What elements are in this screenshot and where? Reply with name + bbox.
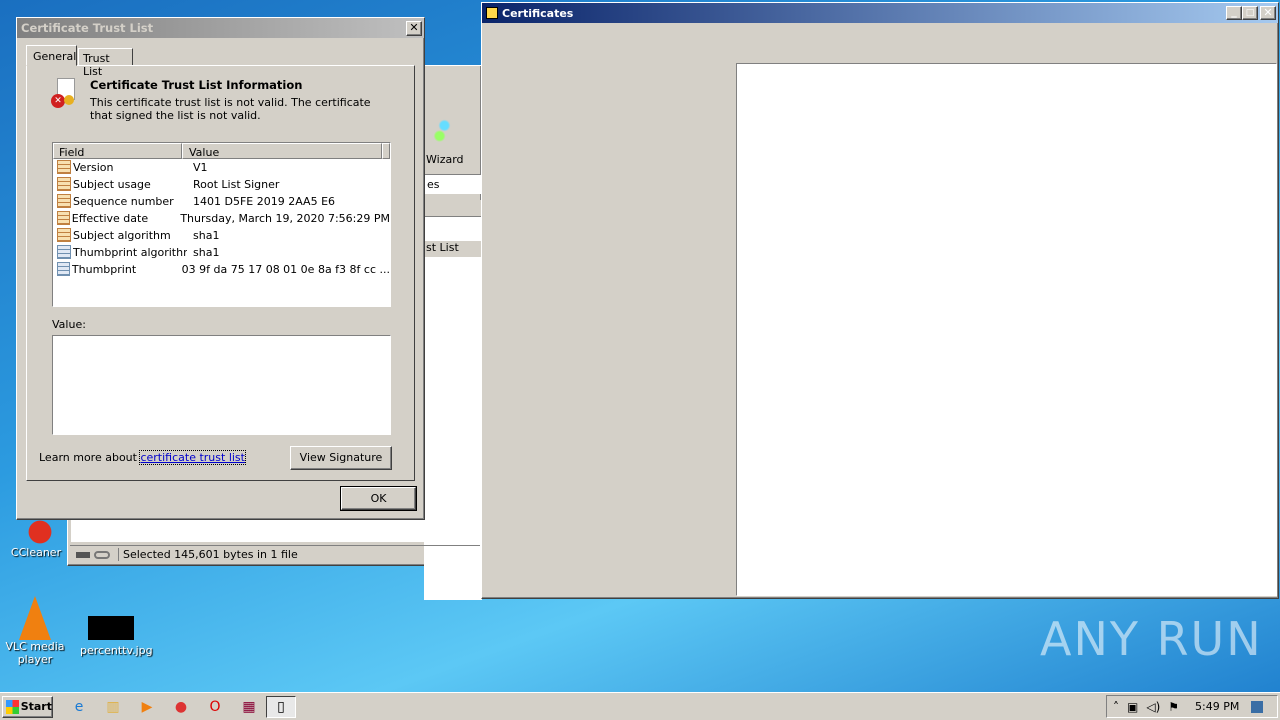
explorer-icon[interactable]: ▥ bbox=[98, 696, 128, 718]
property-icon bbox=[57, 160, 71, 174]
certificate-icon bbox=[486, 7, 498, 19]
desktop-icon-vlc[interactable]: VLC media player bbox=[5, 596, 65, 666]
field-cell: Thumbprint algorithm bbox=[73, 246, 187, 259]
info-heading: Certificate Trust List Information bbox=[90, 78, 303, 92]
show-hidden-icons-icon[interactable]: ˄ bbox=[1113, 700, 1119, 714]
image-thumbnail-icon bbox=[88, 616, 134, 640]
ok-button[interactable]: OK bbox=[340, 486, 417, 511]
address-field[interactable]: es bbox=[424, 174, 482, 194]
fields-table[interactable]: Field Value Version V1 Subject usage Root L… bbox=[52, 142, 391, 307]
value-textbox[interactable] bbox=[52, 335, 391, 435]
table-row[interactable]: Subject algorithm sha1 bbox=[53, 227, 390, 244]
network-tray-icon[interactable]: ▣ bbox=[1127, 700, 1138, 714]
start-button[interactable]: Start bbox=[2, 696, 53, 718]
property-icon bbox=[57, 177, 71, 191]
desktop-icon-percenttv[interactable]: percenttv.jpg bbox=[80, 616, 153, 657]
column-header-value[interactable]: Value bbox=[182, 143, 382, 159]
value-cell: sha1 bbox=[193, 229, 220, 242]
ie-icon[interactable]: e bbox=[64, 696, 94, 718]
info-message: This certificate trust list is not valid… bbox=[90, 96, 371, 122]
dialog-title-bar[interactable]: Certificate Trust List ✕ bbox=[17, 18, 424, 38]
dialog-close-button[interactable]: ✕ bbox=[406, 20, 422, 36]
anyrun-watermark: ANY RUN bbox=[1040, 612, 1263, 666]
title-bar[interactable]: Certificates _ □ ✕ bbox=[482, 3, 1278, 23]
status-bar: Selected 145,601 bytes in 1 file bbox=[70, 545, 480, 563]
value-cell: Thursday, March 19, 2020 7:56:29 PM bbox=[180, 212, 390, 225]
vlc-icon bbox=[19, 596, 51, 640]
learn-more-link[interactable]: certificate trust list bbox=[139, 450, 246, 465]
table-row[interactable]: Sequence number 1401 D5FE 2019 2AA5 E6 bbox=[53, 193, 390, 210]
winrar-icon[interactable]: ▦ bbox=[234, 696, 264, 718]
desktop-icon-ccleaner[interactable]: CCleaner bbox=[6, 518, 66, 559]
table-header: Field Value bbox=[53, 143, 390, 159]
property-icon bbox=[57, 228, 71, 242]
tab-general[interactable]: General bbox=[26, 45, 77, 66]
extension-icon bbox=[57, 245, 71, 259]
network-icon bbox=[94, 550, 110, 559]
value-cell: 03 9f da 75 17 08 01 0e 8a f3 8f cc ... bbox=[181, 263, 390, 276]
maximize-button[interactable]: □ bbox=[1242, 6, 1258, 20]
property-icon bbox=[57, 211, 70, 225]
tab-trust-list[interactable]: Trust List bbox=[78, 48, 133, 78]
value-cell: sha1 bbox=[193, 246, 220, 259]
list-area bbox=[71, 520, 481, 542]
list-item[interactable]: st List bbox=[424, 241, 482, 257]
learn-more-text: Learn more about certificate trust list bbox=[39, 450, 246, 465]
field-cell: Version bbox=[73, 161, 114, 174]
certificate-list-pane[interactable] bbox=[736, 63, 1277, 596]
field-cell: Sequence number bbox=[73, 195, 174, 208]
field-cell: Subject usage bbox=[73, 178, 151, 191]
drive-icon bbox=[76, 551, 90, 558]
media-player-icon[interactable]: ▶ bbox=[132, 696, 162, 718]
table-row[interactable]: Version V1 bbox=[53, 159, 390, 176]
table-row[interactable]: Thumbprint 03 9f da 75 17 08 01 0e 8a f3 … bbox=[53, 261, 390, 278]
ctl-error-icon: ✕ bbox=[51, 78, 77, 110]
ctl-dialog[interactable]: Certificate Trust List ✕ General Trust L… bbox=[16, 17, 425, 520]
wizard-label[interactable]: Wizard bbox=[426, 153, 464, 166]
column-header-field[interactable]: Field bbox=[53, 143, 182, 159]
certificates-taskbar-button[interactable]: ▯ bbox=[266, 696, 296, 718]
field-cell: Thumbprint bbox=[71, 263, 137, 276]
ccleaner-icon bbox=[16, 518, 56, 546]
extension-icon bbox=[57, 262, 70, 276]
volume-icon[interactable]: ◁) bbox=[1146, 700, 1160, 714]
value-cell: V1 bbox=[193, 161, 208, 174]
clock[interactable]: 5:49 PM bbox=[1195, 700, 1239, 713]
tab-panel: ✕ Certificate Trust List Information Thi… bbox=[26, 65, 415, 481]
table-row[interactable]: Thumbprint algorithm sha1 bbox=[53, 244, 390, 261]
chrome-icon[interactable]: ● bbox=[166, 696, 196, 718]
property-icon bbox=[57, 194, 71, 208]
table-row[interactable]: Subject usage Root List Signer bbox=[53, 176, 390, 193]
certificates-window[interactable]: Certificates _ □ ✕ bbox=[481, 2, 1279, 599]
close-button[interactable]: ✕ bbox=[1260, 6, 1276, 20]
show-desktop-icon[interactable] bbox=[1251, 700, 1264, 713]
value-cell: Root List Signer bbox=[193, 178, 280, 191]
system-tray: ˄ ▣ ◁) ⚑ 5:49 PM bbox=[1106, 695, 1278, 718]
action-center-flag-icon[interactable]: ⚑ bbox=[1168, 700, 1179, 714]
minimize-button[interactable]: _ bbox=[1226, 6, 1242, 20]
table-row[interactable]: Effective date Thursday, March 19, 2020 7… bbox=[53, 210, 390, 227]
view-signature-button[interactable]: View Signature bbox=[290, 446, 392, 470]
value-cell: 1401 D5FE 2019 2AA5 E6 bbox=[193, 195, 336, 208]
opera-icon[interactable]: O bbox=[200, 696, 230, 718]
field-cell: Effective date bbox=[71, 212, 149, 225]
value-label: Value: bbox=[52, 318, 86, 331]
wizard-icon bbox=[430, 118, 462, 148]
field-cell: Subject algorithm bbox=[73, 229, 171, 242]
windows-logo-icon bbox=[6, 700, 19, 714]
